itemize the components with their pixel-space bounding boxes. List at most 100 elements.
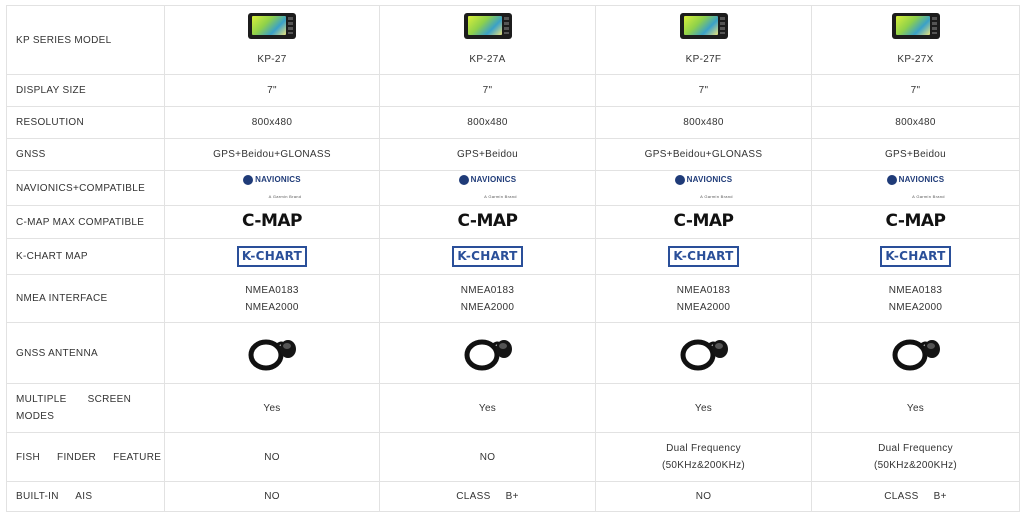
antenna-icon: [248, 339, 296, 371]
cmap-logo: C-MAP: [457, 210, 518, 231]
label-resolution: RESOLUTION: [6, 106, 165, 139]
globe-icon: [886, 174, 897, 185]
cell-cmap: C-MAP: [164, 205, 380, 239]
cell-resolution: 800x480: [379, 106, 596, 139]
row-nmea: NMEA INTERFACE NMEA0183 NMEA2000 NMEA0183…: [6, 274, 1020, 323]
kchart-logo: K-CHART: [880, 246, 951, 267]
cell-gnss: GPS+Beidou+GLONASS: [164, 138, 380, 171]
nmea-line: NMEA2000: [676, 301, 731, 313]
label-navionics: NAVIONICS+COMPATIBLE: [6, 170, 165, 206]
cell-gnss: GPS+Beidou: [379, 138, 596, 171]
label-cmap: C-MAP MAX COMPATIBLE: [6, 205, 165, 239]
cmap-logo: C-MAP: [673, 210, 734, 231]
model-name: KP-27A: [469, 53, 506, 65]
row-navionics: NAVIONICS+COMPATIBLE NAVIONICS A Garmin …: [6, 170, 1020, 206]
navionics-logo: NAVIONICS A Garmin Brand: [674, 171, 733, 205]
globe-icon: [458, 174, 469, 185]
navionics-logo: NAVIONICS A Garmin Brand: [458, 171, 517, 205]
cell-model: KP-27A: [379, 5, 596, 75]
globe-icon: [674, 174, 685, 185]
navionics-logo: NAVIONICS A Garmin Brand: [243, 171, 302, 205]
antenna-icon: [680, 339, 728, 371]
kchart-logo: K-CHART: [668, 246, 739, 267]
cell-fish-finder: NO: [379, 432, 596, 482]
cell-multi-screen: Yes: [379, 383, 596, 433]
cell-ais: CLASS B+: [811, 481, 1020, 512]
label-model: KP SERIES MODEL: [6, 5, 165, 75]
row-kchart: K-CHART MAP K-CHART K-CHART K-CHART K-CH…: [6, 238, 1020, 275]
cell-model: KP-27X: [811, 5, 1020, 75]
cell-cmap: C-MAP: [379, 205, 596, 239]
label-fish-finder: FISH FINDER FEATURE: [6, 432, 165, 482]
row-fish-finder: FISH FINDER FEATURE NO NO Dual Frequency…: [6, 432, 1020, 482]
cell-multi-screen: Yes: [811, 383, 1020, 433]
spec-table: KP SERIES MODEL KP-27 KP-27A KP-27F KP-2…: [6, 5, 1020, 512]
cell-navionics: NAVIONICS A Garmin Brand: [811, 170, 1020, 206]
cell-nmea: NMEA0183 NMEA2000: [595, 274, 812, 323]
cell-kchart: K-CHART: [379, 238, 596, 275]
nmea-line: NMEA2000: [245, 301, 299, 313]
cell-display-size: 7": [595, 74, 812, 107]
cell-nmea: NMEA0183 NMEA2000: [379, 274, 596, 323]
cell-antenna: [164, 322, 380, 384]
cell-display-size: 7": [379, 74, 596, 107]
cell-navionics: NAVIONICS A Garmin Brand: [164, 170, 380, 206]
device-image: [679, 12, 728, 39]
cell-multi-screen: Yes: [595, 383, 812, 433]
kchart-logo: K-CHART: [452, 246, 523, 267]
nmea-line: NMEA2000: [460, 301, 515, 313]
antenna-icon: [464, 339, 512, 371]
cell-antenna: [595, 322, 812, 384]
cell-ais: NO: [595, 481, 812, 512]
cmap-logo: C-MAP: [242, 210, 302, 231]
globe-icon: [243, 174, 254, 185]
row-cmap: C-MAP MAX COMPATIBLE C-MAP C-MAP C-MAP C…: [6, 205, 1020, 239]
model-name: KP-27X: [897, 53, 934, 65]
cell-antenna: [379, 322, 596, 384]
cell-nmea: NMEA0183 NMEA2000: [811, 274, 1020, 323]
nmea-line: NMEA0183: [245, 284, 299, 296]
cell-model: KP-27F: [595, 5, 812, 75]
cmap-logo: C-MAP: [885, 210, 946, 231]
cell-nmea: NMEA0183 NMEA2000: [164, 274, 380, 323]
cell-ais: CLASS B+: [379, 481, 596, 512]
cell-ais: NO: [164, 481, 380, 512]
cell-multi-screen: Yes: [164, 383, 380, 433]
nmea-line: NMEA2000: [888, 301, 943, 313]
label-nmea: NMEA INTERFACE: [6, 274, 165, 323]
model-name: KP-27F: [685, 53, 722, 65]
row-multi-screen: MULTIPLE SCREEN MODES Yes Yes Yes Yes: [6, 383, 1020, 433]
row-antenna: GNSS ANTENNA: [6, 322, 1020, 384]
cell-cmap: C-MAP: [595, 205, 812, 239]
row-resolution: RESOLUTION 800x480 800x480 800x480 800x4…: [6, 106, 1020, 139]
device-image: [891, 12, 940, 39]
row-gnss: GNSS GPS+Beidou+GLONASS GPS+Beidou GPS+B…: [6, 138, 1020, 171]
cell-cmap: C-MAP: [811, 205, 1020, 239]
row-display-size: DISPLAY SIZE 7" 7" 7" 7": [6, 74, 1020, 107]
nmea-line: NMEA0183: [888, 284, 943, 296]
label-multi-screen: MULTIPLE SCREEN MODES: [6, 383, 165, 433]
cell-gnss: GPS+Beidou: [811, 138, 1020, 171]
label-display-size: DISPLAY SIZE: [6, 74, 165, 107]
cell-kchart: K-CHART: [164, 238, 380, 275]
cell-kchart: K-CHART: [595, 238, 812, 275]
kchart-logo: K-CHART: [236, 246, 308, 267]
cell-model: KP-27: [164, 5, 380, 75]
cell-fish-finder: Dual Frequency (50KHz&200KHz): [595, 432, 812, 482]
cell-resolution: 800x480: [164, 106, 380, 139]
cell-resolution: 800x480: [595, 106, 812, 139]
label-gnss: GNSS: [6, 138, 165, 171]
cell-navionics: NAVIONICS A Garmin Brand: [379, 170, 596, 206]
cell-navionics: NAVIONICS A Garmin Brand: [595, 170, 812, 206]
navionics-logo: NAVIONICS A Garmin Brand: [886, 171, 945, 205]
cell-display-size: 7": [164, 74, 380, 107]
cell-display-size: 7": [811, 74, 1020, 107]
cell-fish-finder: NO: [164, 432, 380, 482]
label-ais: BUILT-IN AIS: [6, 481, 165, 512]
antenna-icon: [892, 339, 940, 371]
row-model: KP SERIES MODEL KP-27 KP-27A KP-27F KP-2…: [6, 5, 1020, 75]
label-antenna: GNSS ANTENNA: [6, 322, 165, 384]
nmea-line: NMEA0183: [676, 284, 731, 296]
cell-antenna: [811, 322, 1020, 384]
device-image: [463, 12, 512, 39]
